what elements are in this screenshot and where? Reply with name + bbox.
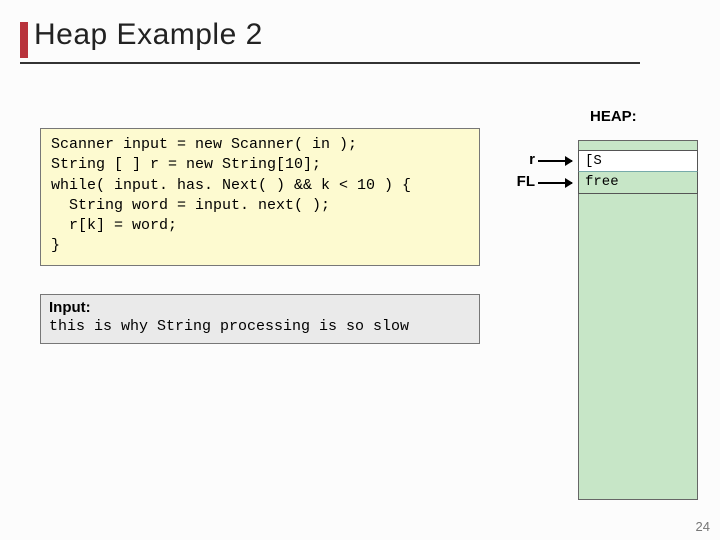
input-box: Input: this is why String processing is … [40,294,480,344]
slide-title: Heap Example 2 [20,18,263,52]
heap-cell-r: [S [578,150,698,172]
pointer-label-fl: FL [510,173,535,190]
code-listing: Scanner input = new Scanner( in ); Strin… [51,135,469,257]
arrow-icon [538,182,572,184]
input-label: Input: [49,299,91,316]
heap-heading: HEAP: [590,108,637,125]
title-block: Heap Example 2 [20,18,263,52]
heap-column [578,140,698,500]
code-box: Scanner input = new Scanner( in ); Strin… [40,128,480,266]
pointer-label-r: r [515,151,535,168]
heap-cell-free: free [578,172,698,194]
arrow-icon [538,160,572,162]
title-accent-bar [20,22,28,58]
page-number: 24 [696,519,710,534]
slide: Heap Example 2 Scanner input = new Scann… [0,0,720,540]
input-text: this is why String processing is so slow [49,318,409,335]
title-underline [20,62,640,64]
